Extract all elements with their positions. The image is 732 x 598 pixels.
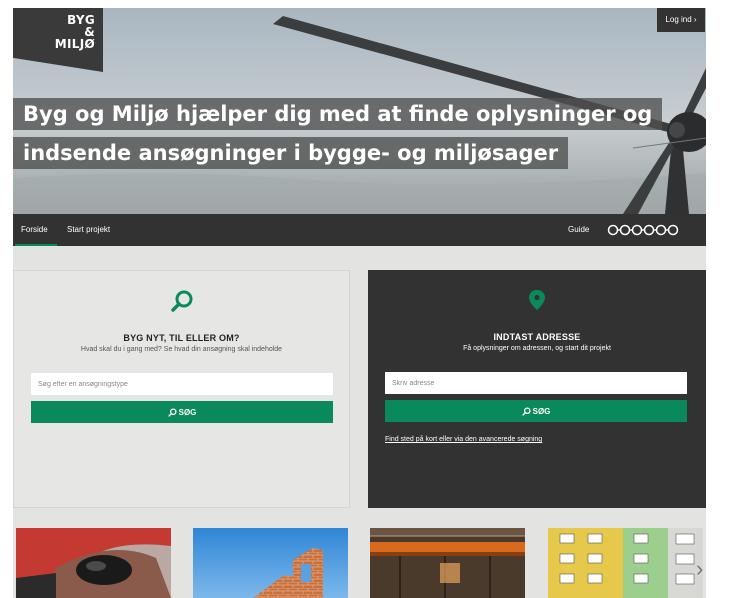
chevron-right-icon[interactable]: › — [696, 556, 703, 582]
nav-item-forside[interactable]: Forside — [15, 214, 57, 246]
hero-headline-line-1: Byg og Miljø hjælper dig med at finde op… — [13, 98, 663, 130]
page: BYG & MILJØ Log ind › Byg og Miljø hjælp… — [13, 8, 706, 598]
panel-title: INDTAST ADRESSE — [493, 332, 581, 342]
map-advanced-search-link[interactable]: Find sted på kort eller via den avancere… — [385, 436, 542, 443]
address-search-button[interactable]: SØG — [385, 400, 687, 422]
application-search-panel: BYG NYT, TIL ELLER OM? Hvad skal du i ga… — [13, 270, 350, 508]
search-button-label: SØG — [178, 407, 197, 417]
application-search-button[interactable]: SØG — [31, 401, 333, 423]
panel-title: BYG NYT, TIL ELLER OM? — [123, 333, 240, 343]
guide-label: Guide — [568, 225, 590, 234]
logo-line: MILJØ — [54, 37, 95, 51]
nav-item-start-projekt[interactable]: Start projekt — [67, 214, 110, 246]
hero-banner: BYG & MILJØ Log ind › Byg og Miljø hjælp… — [13, 8, 706, 214]
login-button[interactable]: Log ind › — [657, 8, 705, 32]
search-icon — [170, 290, 192, 312]
application-type-search-input[interactable] — [31, 373, 333, 395]
computer-mouse-image[interactable] — [16, 528, 171, 598]
address-input[interactable] — [385, 372, 687, 394]
address-search-panel: INDTAST ADRESSE Få oplysninger om adress… — [368, 270, 706, 508]
search-icon — [167, 407, 177, 417]
panel-subtitle: Få oplysninger om adressen, og start dit… — [463, 345, 611, 352]
apartment-building-image[interactable] — [548, 528, 703, 598]
hero-headline-line-2: indsende ansøgninger i bygge- og miljøsa… — [13, 137, 569, 169]
search-icon — [521, 406, 531, 416]
panel-subtitle: Hvad skal du i gang med? Se hvad din ans… — [80, 346, 283, 353]
location-pin-icon — [529, 290, 545, 310]
brick-wall-image[interactable] — [193, 528, 348, 598]
factory-hall-image[interactable] — [370, 528, 525, 598]
search-button-label: SØG — [532, 406, 551, 416]
main-nav: Forside Start projekt Guide — [13, 214, 706, 246]
guide-progress-steps[interactable] — [607, 224, 701, 236]
